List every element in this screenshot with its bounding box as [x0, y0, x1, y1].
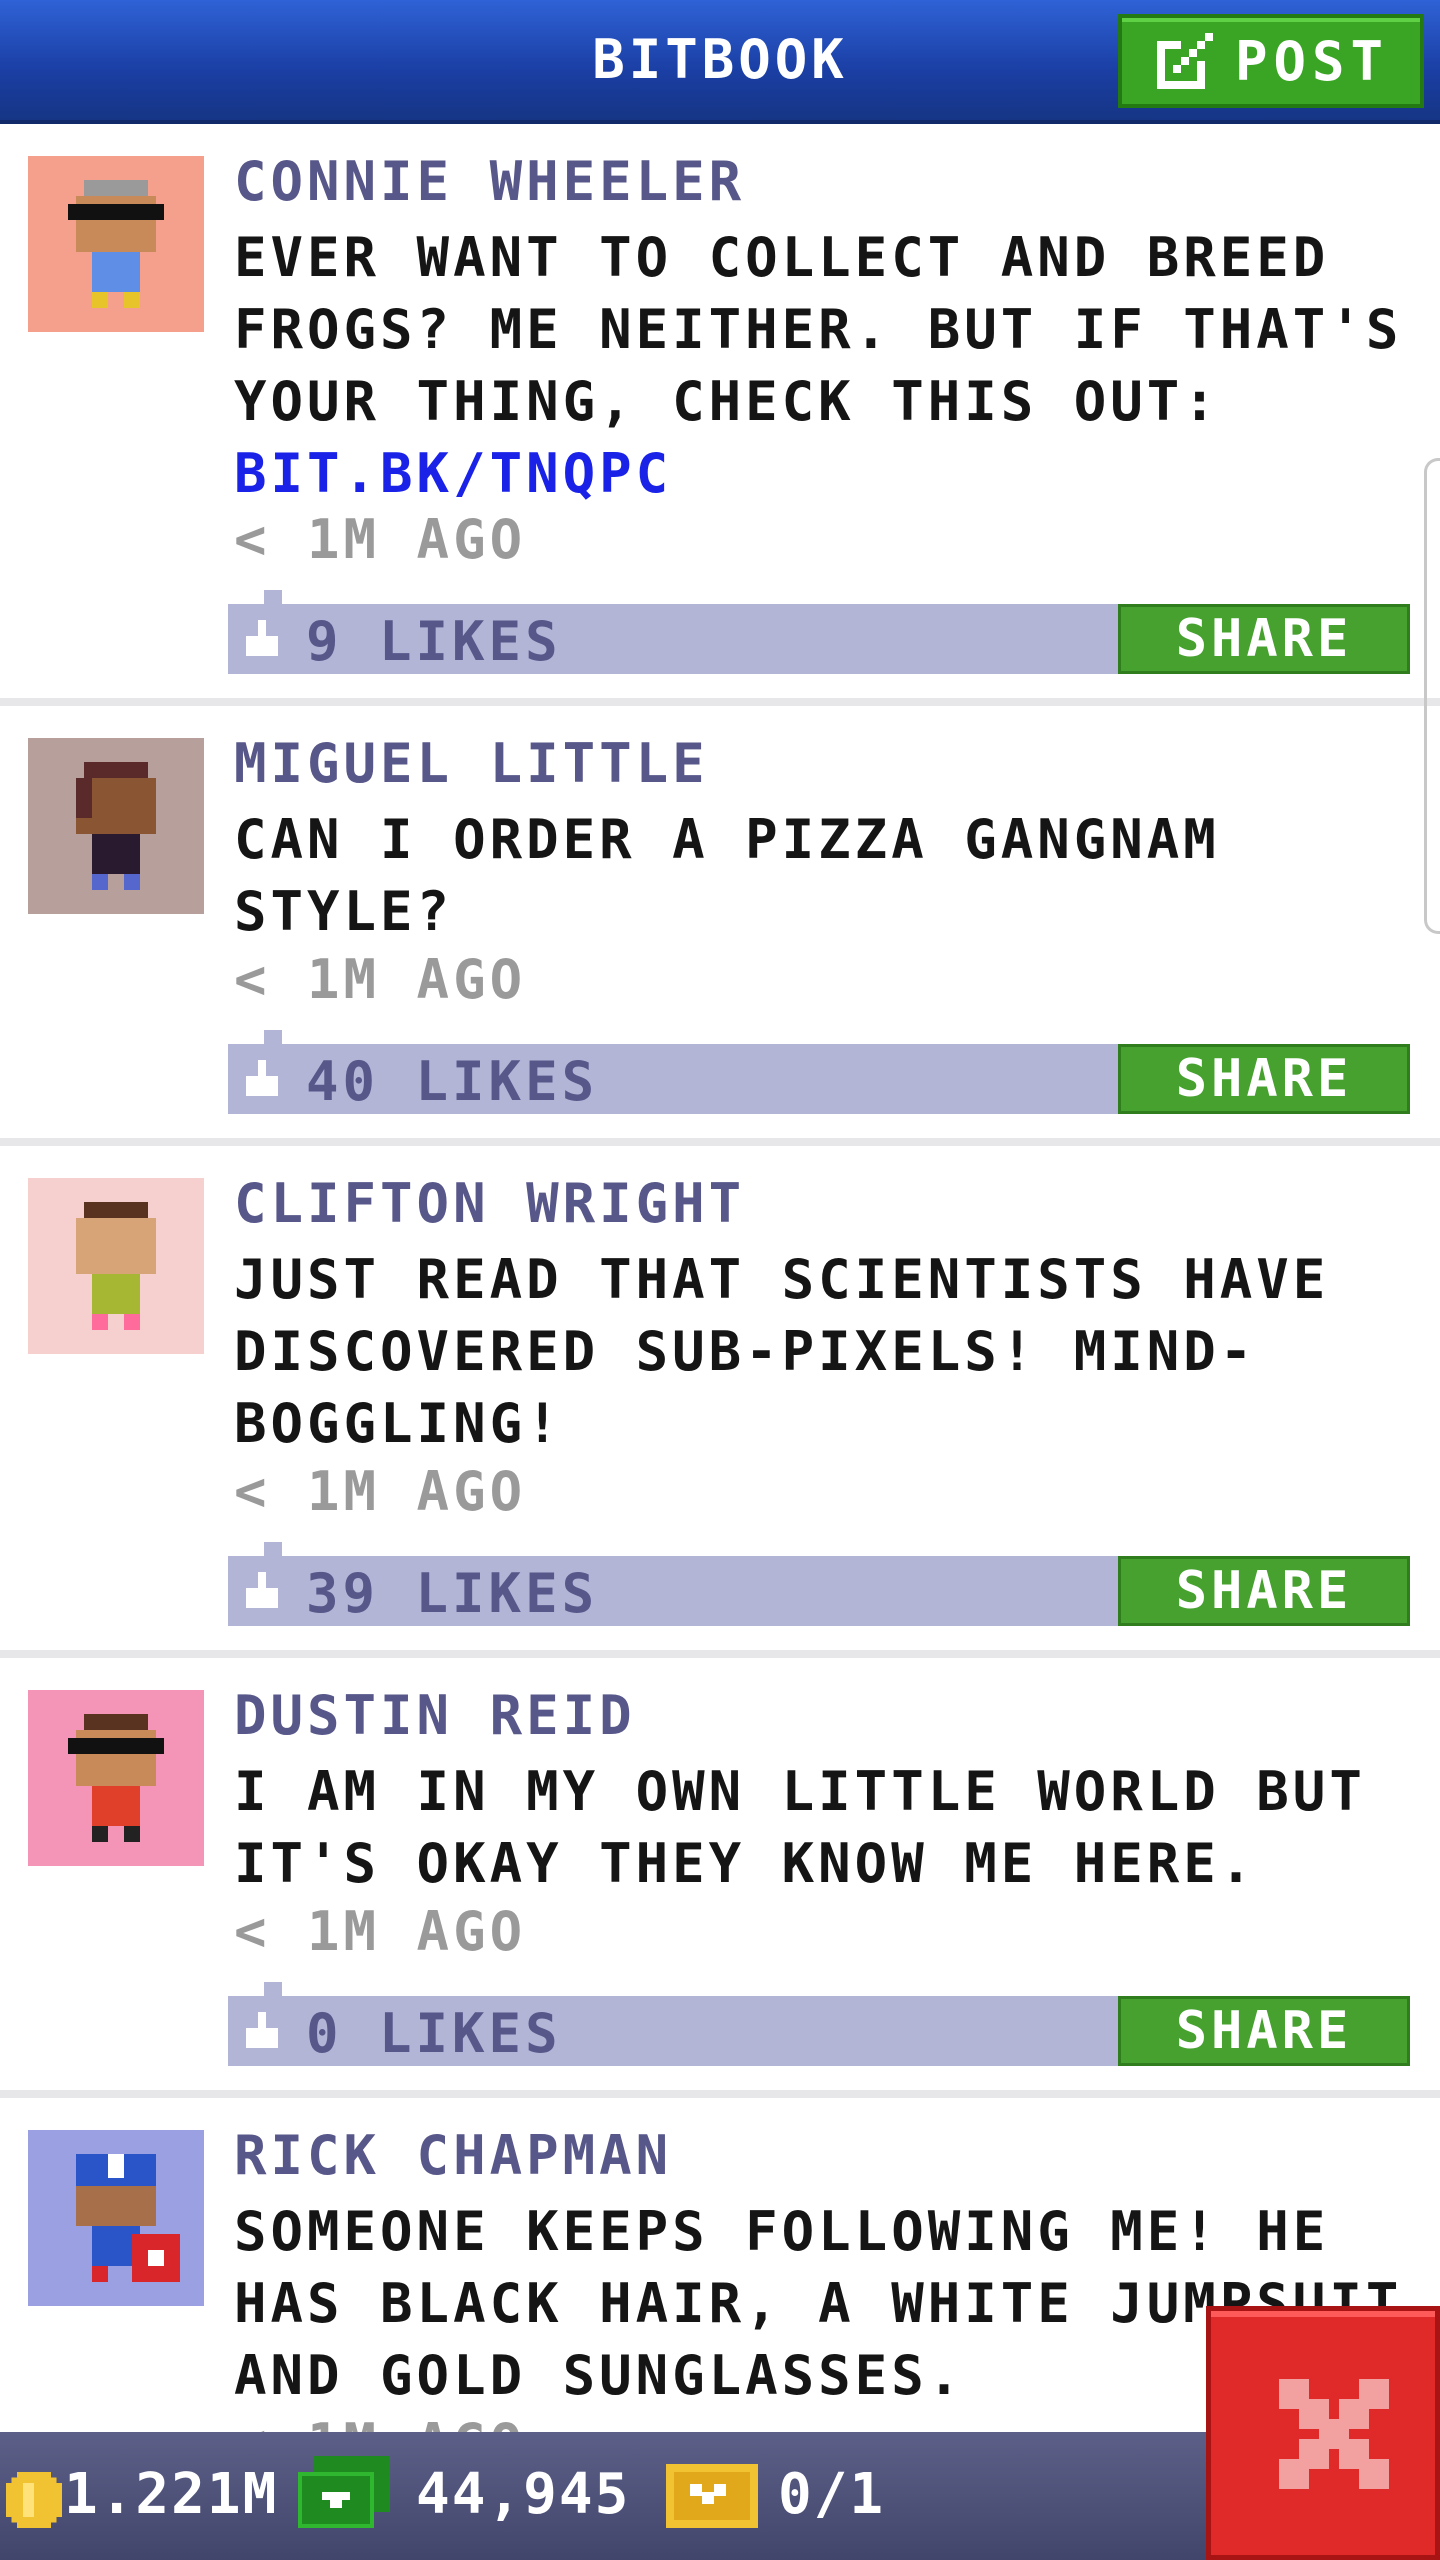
- thumbs-up-icon[interactable]: [242, 2012, 282, 2052]
- close-button[interactable]: [1206, 2306, 1440, 2560]
- likes-count: 0 LIKES: [306, 2002, 562, 2065]
- share-button[interactable]: SHARE: [1118, 1044, 1410, 1114]
- ticket-icon: [666, 2464, 758, 2528]
- post-time: < 1M AGO: [234, 508, 527, 571]
- avatar[interactable]: [28, 1690, 204, 1866]
- post-text: I AM IN MY OWN LITTLE WORLD BUT IT'S OKA…: [234, 1760, 1366, 1895]
- post-text-body: EVER WANT TO COLLECT AND BREED FROGS? ME…: [234, 226, 1403, 433]
- app-header: BITBOOK POST: [0, 0, 1440, 124]
- avatar[interactable]: [28, 738, 204, 914]
- likes-bar: 0 LIKES SHARE: [228, 1982, 1410, 2066]
- post-author[interactable]: RICK CHAPMAN: [234, 2124, 672, 2187]
- coin-icon: [6, 2472, 62, 2528]
- likes-count: 39 LIKES: [306, 1562, 599, 1625]
- post-divider: [0, 698, 1440, 706]
- likes-bar-notch: [264, 590, 282, 604]
- likes-bar: 39 LIKES SHARE: [228, 1542, 1410, 1626]
- post-time: < 1M AGO: [234, 948, 527, 1011]
- likes-bar: 9 LIKES SHARE: [228, 590, 1410, 674]
- post-author[interactable]: CONNIE WHEELER: [234, 150, 745, 213]
- post-text: EVER WANT TO COLLECT AND BREED FROGS? ME…: [234, 222, 1424, 510]
- share-button[interactable]: SHARE: [1118, 1996, 1410, 2066]
- likes-count: 40 LIKES: [306, 1050, 599, 1113]
- post-divider: [0, 1650, 1440, 1658]
- likes-count: 9 LIKES: [306, 610, 562, 673]
- post-text: JUST READ THAT SCIENTISTS HAVE DISCOVERE…: [234, 1248, 1330, 1455]
- post-divider: [0, 2090, 1440, 2098]
- post-text: CAN I ORDER A PIZZA GANGNAM STYLE?: [234, 808, 1220, 943]
- likes-bar: 40 LIKES SHARE: [228, 1030, 1410, 1114]
- avatar[interactable]: [28, 156, 204, 332]
- likes-bar-notch: [264, 1030, 282, 1044]
- post-author[interactable]: MIGUEL LITTLE: [234, 732, 709, 795]
- share-button[interactable]: SHARE: [1118, 1556, 1410, 1626]
- post-button[interactable]: POST: [1118, 14, 1424, 108]
- avatar[interactable]: [28, 2130, 204, 2306]
- scrollbar[interactable]: [1424, 458, 1440, 934]
- post-author[interactable]: DUSTIN REID: [234, 1684, 636, 1747]
- likes-bar-notch: [264, 1982, 282, 1996]
- thumbs-up-icon[interactable]: [242, 1572, 282, 1612]
- post-link[interactable]: BIT.BK/TNQPC: [234, 442, 672, 505]
- tickets-count: 0/1: [778, 2462, 886, 2527]
- coins-count: 1.221M: [64, 2462, 279, 2527]
- share-button[interactable]: SHARE: [1118, 604, 1410, 674]
- thumbs-up-icon[interactable]: [242, 1060, 282, 1100]
- post-time: < 1M AGO: [234, 2412, 526, 2432]
- feed[interactable]: CONNIE WHEELER EVER WANT TO COLLECT AND …: [0, 128, 1440, 2432]
- avatar[interactable]: [28, 1178, 204, 1354]
- post-button-label: POST: [1234, 29, 1390, 93]
- post-time: < 1M AGO: [234, 1460, 527, 1523]
- post-divider: [0, 1138, 1440, 1146]
- bux-count: 44,945: [416, 2462, 631, 2527]
- close-icon: [1279, 2379, 1389, 2489]
- likes-bar-notch: [264, 1542, 282, 1556]
- post-time: < 1M AGO: [234, 1900, 527, 1963]
- post-author[interactable]: CLIFTON WRIGHT: [234, 1172, 745, 1235]
- bux-icon: [298, 2456, 390, 2528]
- compose-icon: [1156, 33, 1213, 89]
- thumbs-up-icon[interactable]: [242, 620, 282, 660]
